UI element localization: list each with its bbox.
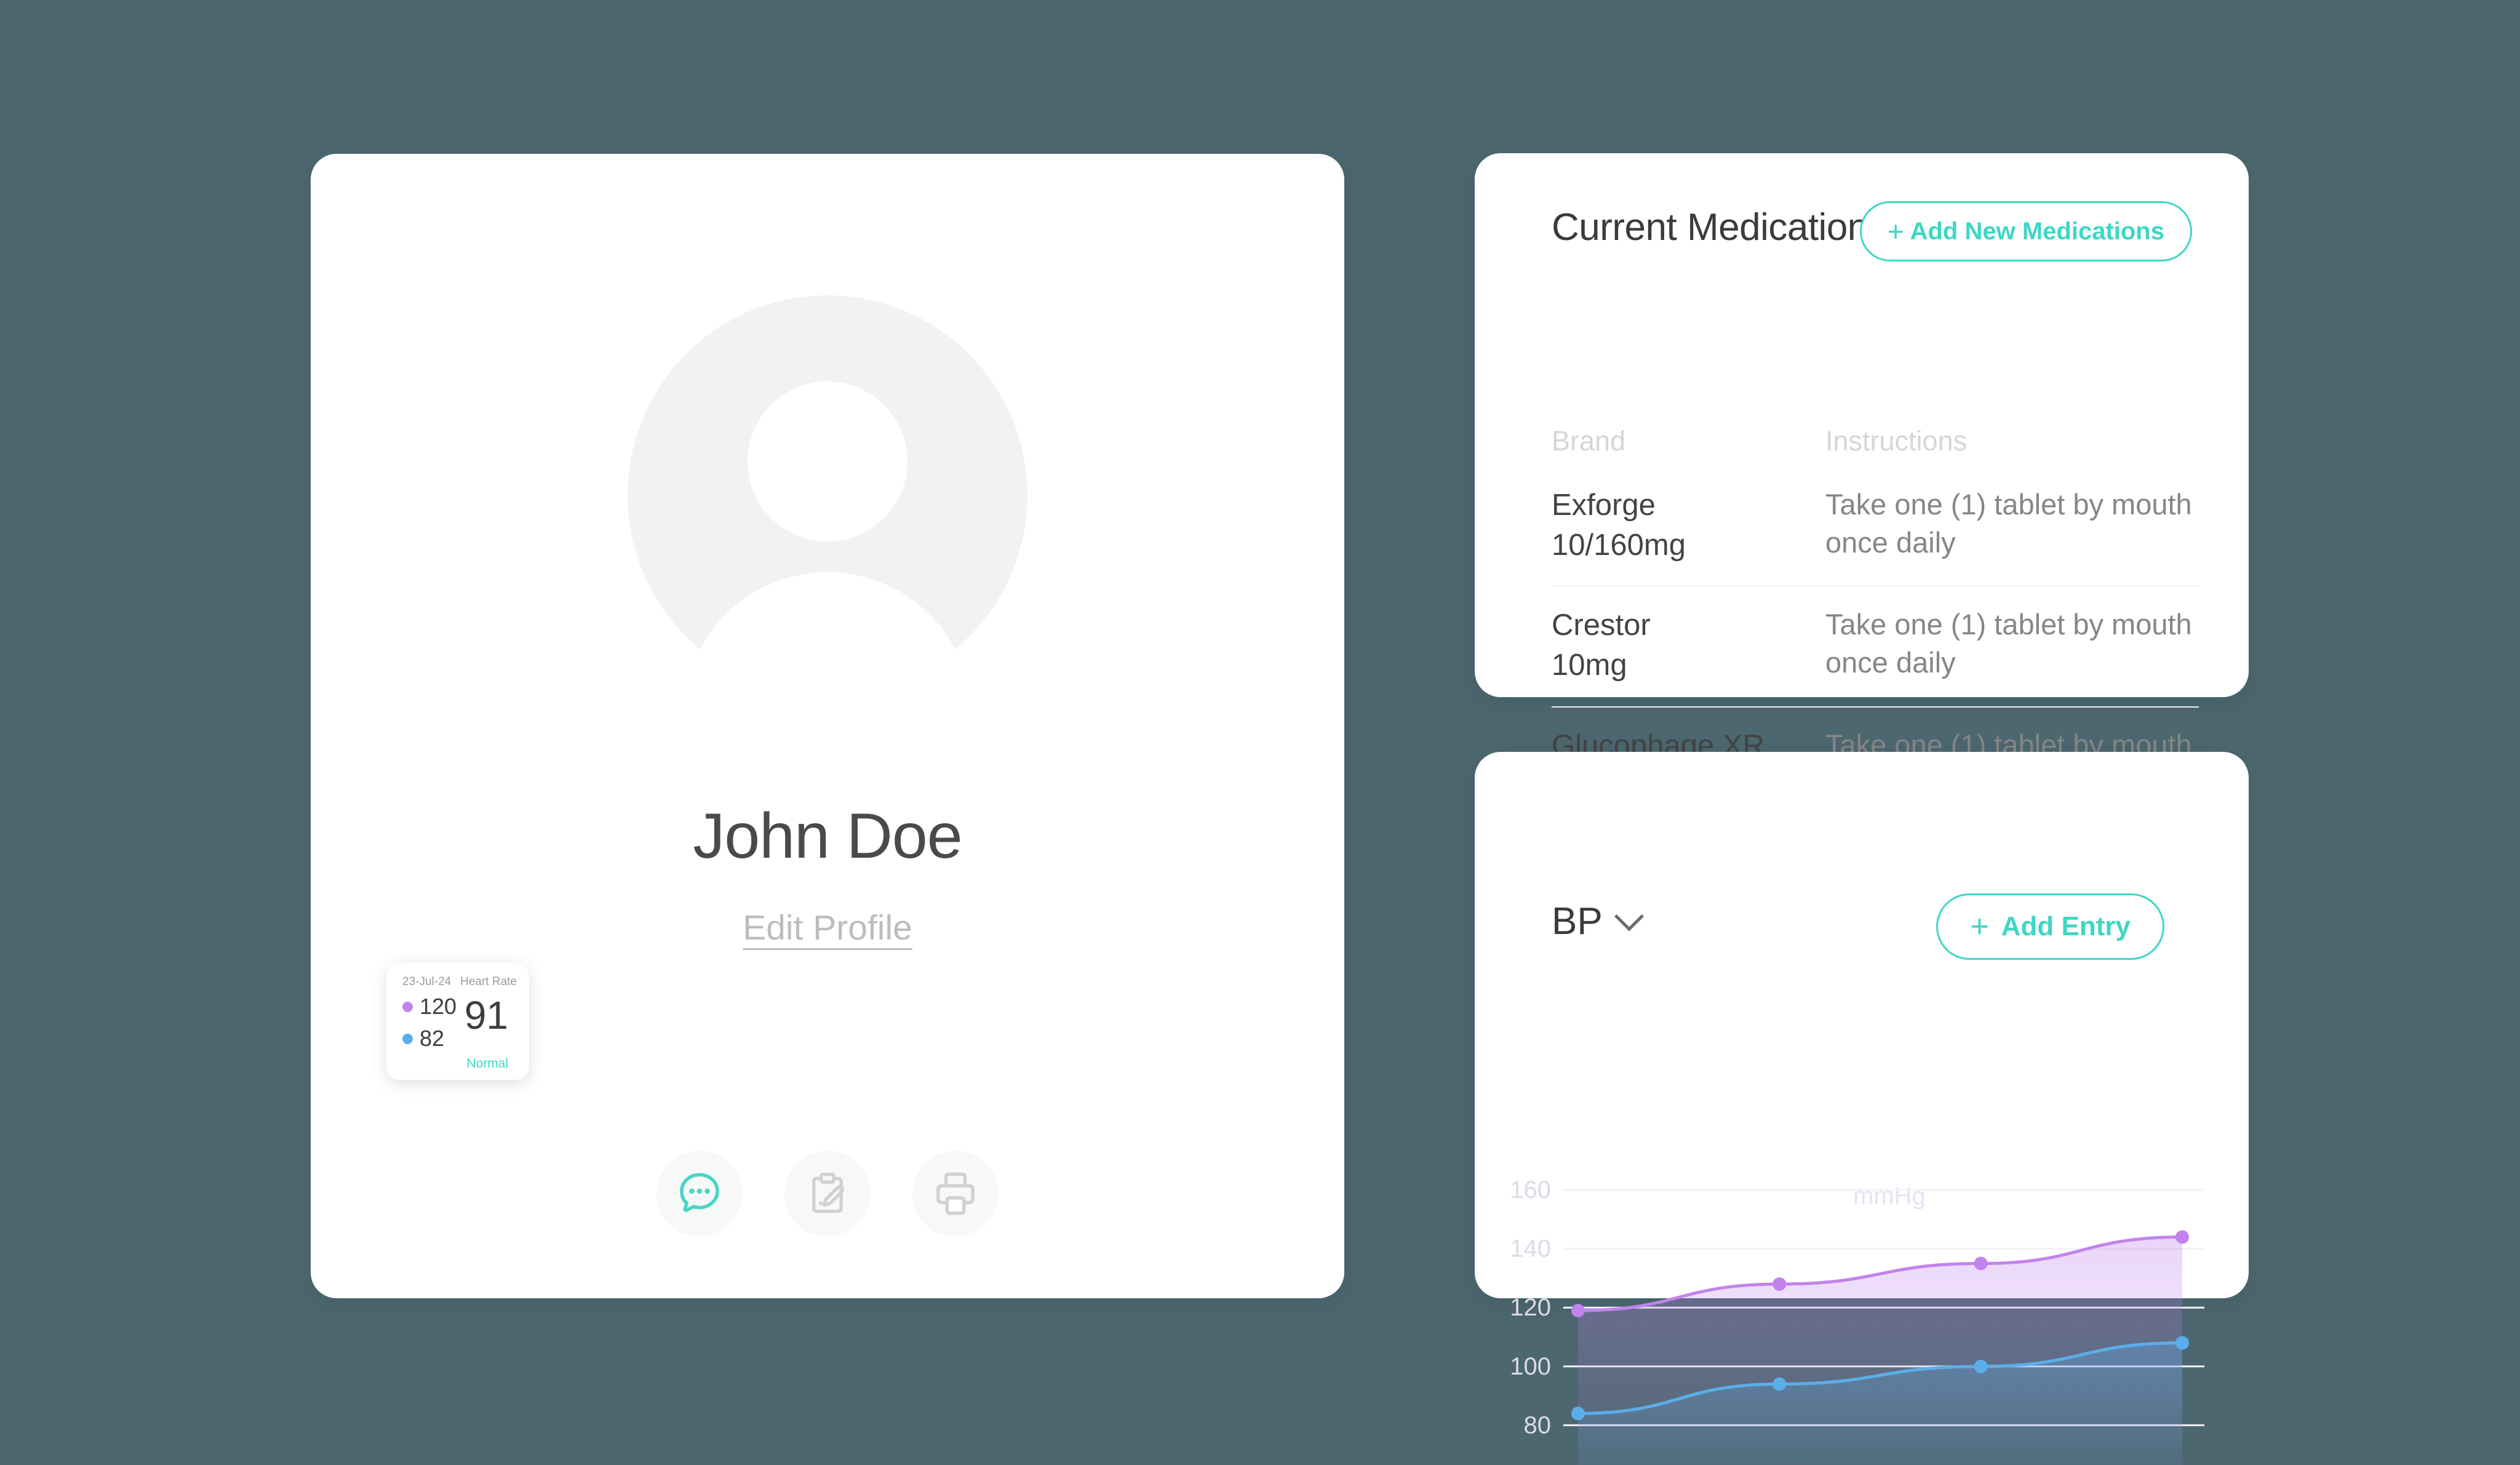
y-axis-tick: 100: [1510, 1353, 1551, 1380]
tooltip-heart-rate-label: Heart Rate: [460, 975, 517, 988]
avatar-body: [683, 572, 972, 695]
tooltip-swatch-diastolic: [402, 1033, 413, 1044]
tooltip-diastolic-value: 82: [420, 1026, 445, 1051]
profile-actions: [656, 1151, 999, 1237]
table-row[interactable]: Crestor 10mg Take one (1) tablet by mout…: [1552, 587, 2199, 708]
page-title: John Doe: [693, 800, 962, 872]
app-root: John Doe Edit Profile Current Medication…: [0, 0, 2520, 1465]
add-entry-button[interactable]: + Add Entry: [1936, 893, 2164, 960]
blood-pressure-card: BP + Add Entry mmHg 1601401201008060 Sys…: [1475, 752, 2249, 1465]
profile-card: John Doe Edit Profile: [311, 154, 1344, 1298]
edit-profile-link[interactable]: Edit Profile: [743, 908, 912, 948]
printer-icon: [930, 1168, 981, 1219]
medications-card: Current Medications + Add New Medication…: [1475, 153, 2249, 828]
tooltip-systolic: 120: [402, 994, 457, 1020]
tooltip-diastolic: 82: [402, 1026, 444, 1052]
medication-brand: Exforge 10/160mg: [1552, 485, 1825, 565]
y-axis-tick: 120: [1510, 1294, 1551, 1321]
brand-name: Crestor: [1552, 609, 1651, 642]
plus-icon: +: [1887, 215, 1904, 247]
bp-tooltip: 23-Jul-24 Heart Rate 120 82 91 Normal: [386, 963, 529, 1080]
clipboard-pen-icon: [802, 1168, 853, 1219]
medication-brand: Crestor 10mg: [1552, 605, 1825, 685]
tooltip-date: 23-Jul-24: [402, 975, 452, 988]
person-placeholder-icon: [628, 295, 1027, 695]
add-entry-label: Add Entry: [2001, 911, 2131, 941]
brand-dose: 10/160mg: [1552, 528, 1686, 562]
print-button[interactable]: [912, 1151, 999, 1237]
column-header-brand: Brand: [1552, 425, 1626, 457]
brand-dose: 10mg: [1552, 649, 1627, 682]
data-point: [1974, 1256, 1988, 1271]
tooltip-systolic-value: 120: [420, 994, 457, 1019]
bp-metric-label: BP: [1552, 900, 1603, 943]
tooltip-heart-rate-value: 91: [464, 993, 508, 1037]
table-row[interactable]: Exforge 10/160mg Take one (1) tablet by …: [1552, 467, 2199, 588]
data-point: [1571, 1303, 1585, 1317]
avatar-head: [748, 381, 907, 541]
tooltip-swatch-systolic: [402, 1001, 413, 1012]
y-axis-tick: 80: [1524, 1411, 1552, 1439]
chevron-down-icon: [1614, 901, 1644, 932]
brand-name: Exforge: [1552, 489, 1656, 522]
data-point: [2175, 1336, 2189, 1350]
chat-bubble-icon: [674, 1168, 725, 1219]
column-header-instructions: Instructions: [1825, 425, 1968, 457]
data-point: [1571, 1407, 1585, 1421]
data-point: [1772, 1377, 1787, 1391]
medication-instructions: Take one (1) tablet by mouth once daily: [1825, 608, 2192, 679]
data-point: [1772, 1277, 1787, 1291]
medications-table-header: Brand Instructions: [1552, 425, 2179, 457]
notes-button[interactable]: [784, 1151, 871, 1237]
status-badge: Normal: [466, 1056, 508, 1071]
data-point: [1974, 1359, 1988, 1373]
y-axis-tick: 140: [1510, 1235, 1551, 1263]
add-new-medications-button[interactable]: + Add New Medications: [1859, 201, 2192, 261]
avatar: [628, 295, 1027, 695]
medication-instructions: Take one (1) tablet by mouth once daily: [1825, 488, 2192, 559]
medications-title: Current Medications: [1552, 206, 1888, 249]
message-button[interactable]: [656, 1151, 743, 1237]
plus-icon: +: [1970, 909, 1989, 944]
bp-metric-selector[interactable]: BP: [1552, 900, 1644, 943]
bp-chart: 1601401201008060: [1475, 1176, 2249, 1465]
data-point: [2175, 1230, 2189, 1244]
y-axis-tick: 160: [1510, 1176, 1551, 1204]
add-new-medications-label: Add New Medications: [1910, 217, 2164, 245]
